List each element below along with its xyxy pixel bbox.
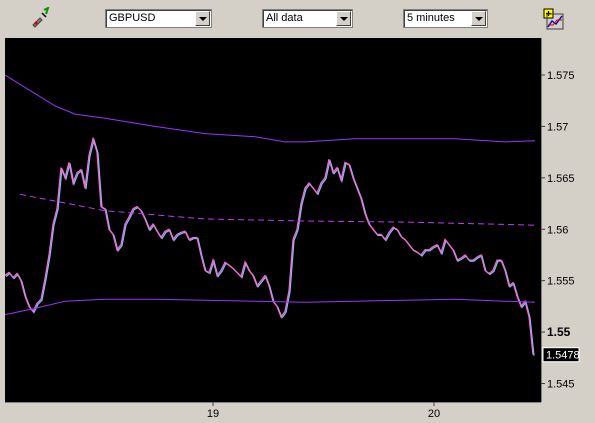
price-axis-svg: 1.575 1.57 1.565 1.56 1.555 1.55 1.545 1.5478 xyxy=(541,38,580,402)
interval-select[interactable]: 5 minutes xyxy=(403,9,488,28)
symbol-value: GBPUSD xyxy=(109,12,156,24)
price-series-shadow xyxy=(5,137,535,356)
price-tick-label: 1.555 xyxy=(547,276,575,288)
time-tick-label: 19 xyxy=(207,408,219,420)
price-plot xyxy=(4,74,536,356)
draw-tool-icon[interactable] xyxy=(30,6,52,29)
symbol-select[interactable]: GBPUSD xyxy=(105,9,212,28)
moving-average-line xyxy=(19,193,536,226)
band-line-1 xyxy=(4,74,536,143)
time-axis-svg: 19 20 xyxy=(5,402,541,420)
symbol-dropdown-button[interactable] xyxy=(195,11,210,26)
range-dropdown-button[interactable] xyxy=(336,11,351,26)
price-tick-label: 1.56 xyxy=(547,224,568,236)
price-tick-label: 1.565 xyxy=(547,173,575,185)
range-select[interactable]: All data xyxy=(262,9,353,28)
band-line-2 xyxy=(4,298,536,316)
toolbar: GBPUSD All data 5 minutes xyxy=(0,0,595,36)
price-tick-label: 1.57 xyxy=(547,121,568,133)
time-tick-label: 20 xyxy=(428,408,440,420)
interval-dropdown-button[interactable] xyxy=(471,11,486,26)
price-tick-label: 1.575 xyxy=(547,70,575,82)
price-chart[interactable] xyxy=(4,38,541,402)
chart-add-icon[interactable] xyxy=(543,8,565,30)
last-price-label: 1.5478 xyxy=(546,350,580,362)
price-axis: 1.575 1.57 1.565 1.56 1.555 1.55 1.545 1.5478 xyxy=(541,38,595,402)
price-tick-label: 1.55 xyxy=(547,325,571,339)
time-axis: 19 20 xyxy=(0,402,595,420)
range-value: All data xyxy=(266,12,303,24)
price-series-line xyxy=(4,136,534,355)
interval-value: 5 minutes xyxy=(407,12,455,24)
price-tick-label: 1.545 xyxy=(547,378,575,390)
